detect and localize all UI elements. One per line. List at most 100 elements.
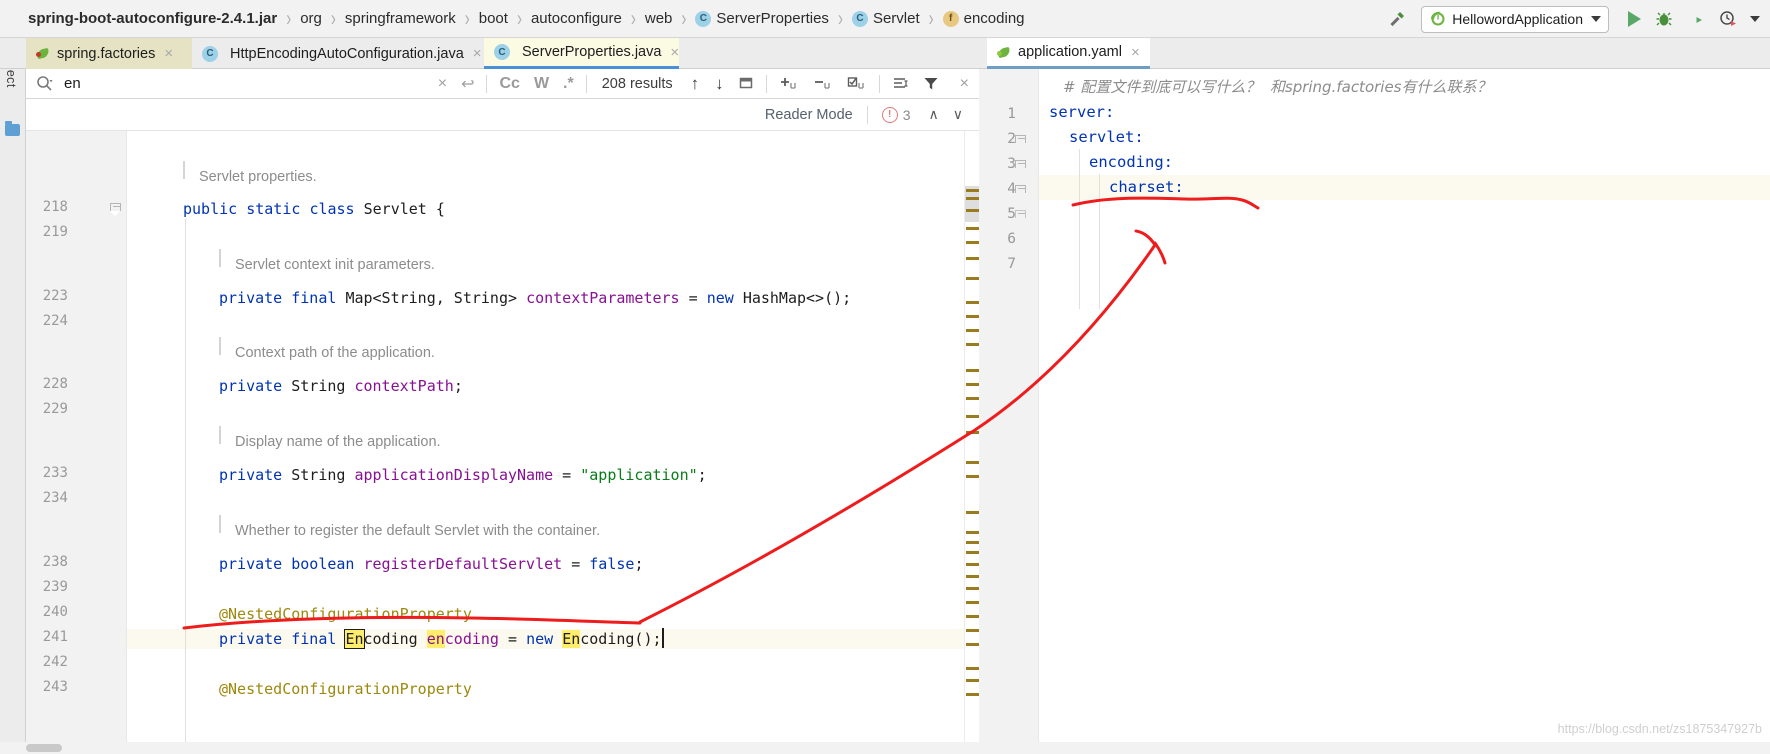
javadoc-line: Display name of the application. [235,434,441,450]
java-class-icon: C [494,44,510,60]
breadcrumb-separator: › [286,5,292,32]
divider [765,74,767,93]
doc-guide [219,515,221,533]
yaml-text-area[interactable]: # 配置文件到底可以写什么？ 和spring.factories有什么联系？ s… [1039,69,1770,754]
indent-guide [185,219,186,754]
editor-split-right[interactable]: application.yaml × 1 2 3 4 5 6 7 # 配置文件到… [979,38,1770,754]
right-editor-tab-bar: application.yaml × [979,38,1770,69]
doc-guide [183,161,185,179]
run-with-coverage-icon[interactable] [1687,10,1705,28]
results-count: 208 results [601,75,673,92]
line-number: 238 [42,554,68,570]
line-number: 1 [1007,106,1016,122]
close-find-bar-icon[interactable]: × [960,75,969,93]
line-number: 224 [42,313,68,329]
select-all-occurrences-icon[interactable] [739,76,754,91]
tab-spring-factories[interactable]: spring.factories × [26,38,192,69]
code-text-area[interactable]: Servlet properties. public static class … [127,131,979,754]
javadoc-line: Servlet context init parameters. [235,257,435,273]
close-icon[interactable]: × [164,45,173,62]
run-icon[interactable] [1628,11,1641,27]
find-next-icon[interactable]: ↓ [715,74,724,94]
field-icon: f [942,10,959,27]
tab-serverproperties[interactable]: C ServerProperties.java × [484,38,679,69]
code-line-228: private String contextPath; [219,377,463,395]
breadcrumb-item-encoding[interactable]: f encoding [941,10,1027,27]
profiler-icon[interactable] [1719,10,1737,28]
code-line-238: private boolean registerDefaultServlet =… [219,555,644,573]
clear-search-icon[interactable]: × [438,75,447,93]
breadcrumb-item-org[interactable]: org [298,10,324,27]
breadcrumb-item-label: encoding [963,10,1025,27]
folder-icon[interactable] [5,121,20,136]
add-occurrence-icon[interactable] [779,76,799,91]
tab-httpencodingautoconfiguration[interactable]: C HttpEncodingAutoConfiguration.java × [192,38,484,69]
javadoc-line: Context path of the application. [235,345,435,361]
breadcrumb-item-label: ServerProperties [716,10,829,27]
match-case-toggle[interactable]: Cc [499,75,519,93]
line-number: 239 [42,579,68,595]
code-editor-serverproperties[interactable]: Reader Mode ! 3 ∧ ∨ 218 219 223 224 228 … [26,99,979,754]
select-occurrences-icon[interactable] [847,76,867,91]
code-line-233: private String applicationDisplayName = … [219,466,707,484]
breadcrumb-separator: › [681,5,687,32]
horizontal-scrollbar[interactable] [0,742,1770,754]
code-line-240: @NestedConfigurationProperty [219,605,472,623]
chevron-down-icon[interactable] [1750,16,1760,22]
scrollbar-thumb[interactable] [26,744,62,752]
breadcrumb-item-springframework[interactable]: springframework [343,10,458,27]
line-number: 228 [42,376,68,392]
breadcrumb: spring-boot-autoconfigure-2.4.1.jar › or… [26,6,1027,32]
chevron-down-icon[interactable] [1591,16,1601,22]
breadcrumb-item-servlet[interactable]: C Servlet [850,10,922,27]
text-caret [662,628,664,648]
line-number: 7 [1007,256,1016,272]
fold-marker[interactable] [1015,160,1026,171]
close-icon[interactable]: × [670,44,679,61]
whole-words-toggle[interactable]: W [534,75,549,93]
regex-toggle[interactable]: .* [563,75,574,93]
filter-icon[interactable] [923,76,939,91]
line-number: 2 [1007,131,1016,147]
breadcrumb-item-boot[interactable]: boot [477,10,510,27]
hammer-icon[interactable] [1385,7,1409,31]
run-configuration-selector[interactable]: HellowordApplication [1421,5,1609,33]
reader-mode-label[interactable]: Reader Mode [765,107,853,123]
fold-marker[interactable] [1015,210,1026,221]
yaml-gutter[interactable]: 1 2 3 4 5 6 7 [979,69,1039,754]
class-icon: C [851,10,868,27]
fold-marker[interactable] [1015,185,1026,196]
multiline-toggle-icon[interactable]: ↩ [461,74,474,94]
tab-label: application.yaml [1018,44,1122,60]
breadcrumb-item-serverproperties[interactable]: C ServerProperties [693,10,831,27]
close-icon[interactable]: × [1131,44,1140,61]
doc-guide [219,426,221,444]
debug-icon[interactable] [1655,10,1673,28]
line-number: 3 [1007,156,1016,172]
editor-gutter[interactable]: 218 219 223 224 228 229 233 234 238 239 … [26,131,127,754]
code-line-218: public static class Servlet { [183,200,445,218]
breadcrumb-item-autoconfigure[interactable]: autoconfigure [529,10,624,27]
search-input[interactable]: en [64,75,431,92]
next-problem-icon[interactable]: ∨ [953,106,963,123]
fold-marker[interactable] [109,203,122,216]
breadcrumb-item-web[interactable]: web [643,10,675,27]
tab-label: HttpEncodingAutoConfiguration.java [230,45,464,62]
divider [878,74,880,93]
fold-marker[interactable] [1015,135,1026,146]
watermark: https://blog.csdn.net/zs1875347927b [1557,722,1762,736]
breadcrumb-item-jar[interactable]: spring-boot-autoconfigure-2.4.1.jar [26,10,279,27]
breadcrumb-bar: spring-boot-autoconfigure-2.4.1.jar › or… [0,0,1770,38]
tab-application-yaml[interactable]: application.yaml × [987,38,1150,69]
line-number: 233 [42,465,68,481]
remove-occurrence-icon[interactable] [813,76,833,91]
previous-problem-icon[interactable]: ∧ [929,106,939,123]
close-icon[interactable]: × [473,45,482,62]
find-previous-icon[interactable]: ↑ [691,74,700,94]
yaml-line-5: charset: [1109,178,1184,196]
tab-label: ServerProperties.java [522,44,662,60]
filter-lines-icon[interactable] [892,76,909,91]
search-icon[interactable] [36,75,53,92]
line-number: 243 [42,679,68,695]
error-stripe[interactable] [964,131,979,754]
